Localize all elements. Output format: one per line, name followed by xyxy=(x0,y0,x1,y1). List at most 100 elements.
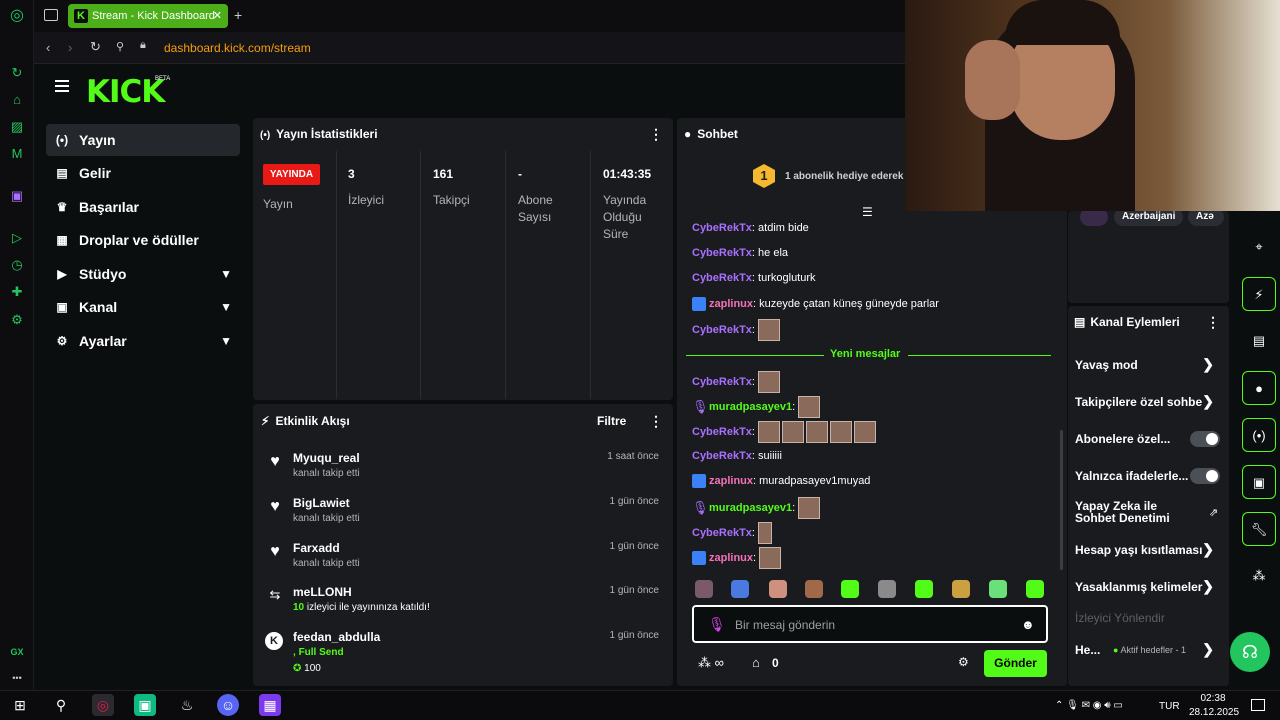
filter-button[interactable]: Filtre xyxy=(597,414,626,428)
points-icon[interactable]: ⁂ ∞ xyxy=(698,655,724,671)
emote-icon[interactable] xyxy=(878,580,896,598)
opera-gx-icon[interactable]: ◎ xyxy=(92,694,114,716)
chat-username[interactable]: zaplinux xyxy=(709,298,753,310)
emoji-icon[interactable]: ☻ xyxy=(1021,617,1035,632)
history-icon[interactable]: ↻ xyxy=(9,65,25,81)
fullscreen-icon[interactable]: ⌖ xyxy=(1242,230,1276,264)
wrench-icon[interactable]: 🔧︎ xyxy=(1242,512,1276,546)
broadcast-panel-icon[interactable]: (•) xyxy=(1242,418,1276,452)
actions-menu-icon[interactable]: ⋮ xyxy=(1206,314,1220,331)
search-icon[interactable]: ⚲ xyxy=(50,694,72,716)
nav-yayin[interactable]: (•) Yayın xyxy=(46,124,240,156)
store-icon[interactable]: ⌂ xyxy=(752,655,760,670)
action-followers-only[interactable]: Takipçilere özel sohbe ❯ xyxy=(1075,393,1220,409)
emote-icon[interactable] xyxy=(989,580,1007,598)
nav-ayarlar[interactable]: ⚙ Ayarlar ▼ xyxy=(46,325,240,357)
activity-name[interactable]: Myuqu_real xyxy=(293,451,360,465)
lock-icon[interactable]: 🔒︎ xyxy=(140,39,146,52)
chat-input[interactable]: 🎙︎ Bir mesaj gönderin ☻ xyxy=(692,605,1048,643)
emote-icon[interactable] xyxy=(805,580,823,598)
action-ai-moderation[interactable]: Yapay Zeka ile Sohbet Denetimi xyxy=(1075,500,1195,524)
action-goals[interactable]: He... ● Aktif hedefler - 1 ❯ xyxy=(1075,641,1220,657)
send-button[interactable]: Gönder xyxy=(984,650,1047,677)
action-account-age[interactable]: Hesap yaşı kısıtlaması ❯ xyxy=(1075,541,1220,557)
chat-username[interactable]: CybeRekTx xyxy=(692,272,752,284)
nav-kanal[interactable]: ▣ Kanal ▼ xyxy=(46,291,240,323)
browser-tab[interactable]: K Stream - Kick Dashboard ✕ xyxy=(68,4,228,28)
connection-icon[interactable]: ⚲ xyxy=(116,40,124,53)
url-text[interactable]: dashboard.kick.com/stream xyxy=(164,41,311,55)
emotes-toggle[interactable] xyxy=(1190,468,1220,484)
menu-icon[interactable] xyxy=(55,80,69,92)
messenger-icon[interactable]: M xyxy=(9,146,25,162)
tab-close-icon[interactable]: ✕ xyxy=(213,4,222,28)
gx-logo-icon[interactable]: ◎ xyxy=(9,8,25,24)
chat-username[interactable]: CybeRekTx xyxy=(692,527,752,539)
app-icon[interactable]: ▣ xyxy=(134,694,156,716)
chat-username[interactable]: muradpasayev1 xyxy=(709,502,792,514)
tray-icons[interactable]: ⌃ 🎙︎ ✉ ◉ 🔊︎ ▭ xyxy=(1055,700,1123,711)
chat-username[interactable]: muradpasayev1 xyxy=(709,401,792,413)
nav-gelir[interactable]: ▤ Gelir xyxy=(46,157,240,189)
activity-name[interactable]: BigLawiet xyxy=(293,496,350,510)
start-icon[interactable]: ⊞ xyxy=(9,694,31,716)
discord-icon[interactable]: ☺ xyxy=(217,694,239,716)
chat-username[interactable]: CybeRekTx xyxy=(692,450,752,462)
kick-logo[interactable]: KICK xyxy=(86,74,165,110)
clock-icon[interactable]: ◷ xyxy=(9,257,25,273)
emote-icon[interactable] xyxy=(1026,580,1044,598)
more-icon[interactable]: ••• xyxy=(9,670,25,686)
nav-droplar[interactable]: ▦ Droplar ve ödüller xyxy=(46,224,240,256)
nav-studyo[interactable]: ▶ Stüdyo ▼ xyxy=(46,258,240,290)
chat-username[interactable]: CybeRekTx xyxy=(692,247,752,259)
player-icon[interactable]: ▷ xyxy=(9,230,25,246)
steam-icon[interactable]: ♨ xyxy=(176,694,198,716)
emote-icon[interactable] xyxy=(695,580,713,598)
flow-icon[interactable]: ▨ xyxy=(9,119,25,135)
winrar-icon[interactable]: ▦ xyxy=(259,694,281,716)
clock-time[interactable]: 02:38 xyxy=(1200,693,1226,704)
emote-icon[interactable] xyxy=(841,580,859,598)
language-indicator[interactable]: TUR xyxy=(1159,701,1180,712)
chat-username[interactable]: zaplinux xyxy=(709,475,753,487)
chat-username[interactable]: CybeRekTx xyxy=(692,222,752,234)
chat-bubble-icon[interactable]: ● xyxy=(1242,371,1276,405)
nav-basarilar[interactable]: ♛ Başarılar xyxy=(46,191,240,223)
subscribers-toggle[interactable] xyxy=(1190,431,1220,447)
emote-icon[interactable] xyxy=(769,580,787,598)
back-icon[interactable]: ‹ xyxy=(46,40,50,55)
notifications-icon[interactable] xyxy=(1251,699,1265,711)
activity-name[interactable]: meLLONH xyxy=(293,585,352,599)
chat-username[interactable]: zaplinux xyxy=(709,552,753,564)
reload-icon[interactable]: ↻ xyxy=(90,39,101,55)
chat-username[interactable]: CybeRekTx xyxy=(692,426,752,438)
action-slow-mode[interactable]: Yavaş mod ❯ xyxy=(1075,356,1220,372)
chat-collapse-icon[interactable]: ☰ xyxy=(862,205,873,219)
action-banned-words[interactable]: Yasaklanmış kelimeler ❯ xyxy=(1075,578,1220,594)
activity-name[interactable]: feedan_abdulla xyxy=(293,630,380,644)
chat-settings-icon[interactable]: ⚙ xyxy=(958,655,969,669)
chat-scrollbar[interactable] xyxy=(1060,430,1063,570)
chat-username[interactable]: CybeRekTx xyxy=(692,376,752,388)
notes-icon[interactable]: ▤ xyxy=(1242,324,1276,358)
forward-icon[interactable]: › xyxy=(68,40,72,55)
emote-icon[interactable] xyxy=(915,580,933,598)
quick-actions-icon[interactable]: ⚡︎ xyxy=(1242,277,1276,311)
puzzle-icon[interactable]: ✚ xyxy=(9,284,25,300)
share-icon[interactable]: ⁂ xyxy=(1242,559,1276,593)
layout-icon[interactable]: ▣ xyxy=(1242,465,1276,499)
emote-icon[interactable] xyxy=(952,580,970,598)
emote-icon[interactable] xyxy=(731,580,749,598)
support-button[interactable]: ☊ xyxy=(1230,632,1270,672)
external-link-icon[interactable]: ⇗ xyxy=(1209,506,1218,519)
new-tab-button[interactable]: + xyxy=(234,7,242,23)
activity-menu-icon[interactable]: ⋮ xyxy=(649,413,663,430)
tab-manager-icon[interactable] xyxy=(44,9,58,21)
bag-icon[interactable]: ⌂ xyxy=(9,92,25,108)
activity-name[interactable]: Farxadd xyxy=(293,541,340,555)
clock-date[interactable]: 28.12.2025 xyxy=(1189,707,1239,718)
twitch-icon[interactable]: ▣ xyxy=(9,188,25,204)
settings-gx-icon[interactable]: ⚙ xyxy=(9,312,25,328)
chat-username[interactable]: CybeRekTx xyxy=(692,324,752,336)
stats-menu-icon[interactable]: ⋮ xyxy=(649,126,663,143)
